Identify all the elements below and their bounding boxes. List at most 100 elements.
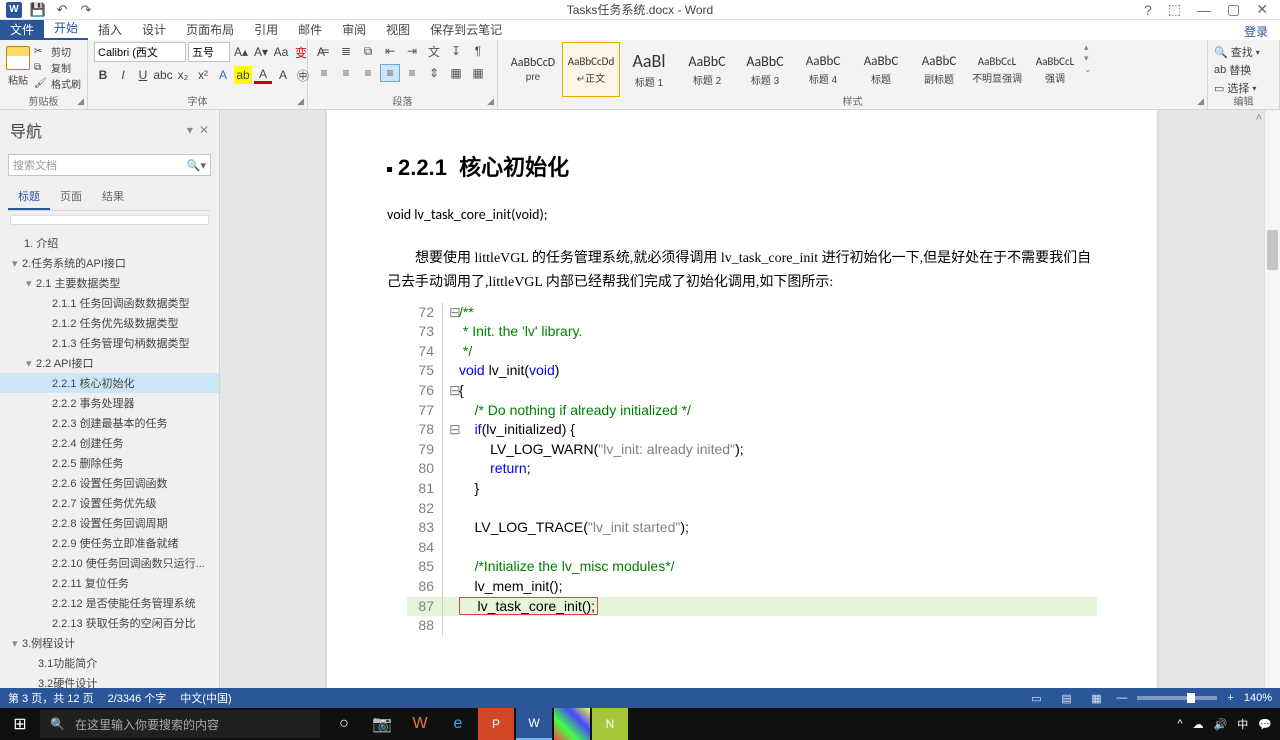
wps-icon[interactable]: W [402,708,438,740]
chevron-down-icon[interactable]: ▾ [12,637,22,650]
style-item[interactable]: AaBbC标题 [852,42,910,97]
nav-item[interactable]: 2.2.12 是否使能任务管理系统 [0,593,219,613]
nav-item[interactable]: ▾2.1 主要数据类型 [0,273,219,293]
ime-icon[interactable]: 中 [1237,716,1248,732]
change-case-icon[interactable]: Aa [272,43,290,61]
tab-view[interactable]: 视图 [376,19,420,40]
char-shading-icon[interactable]: A [274,66,292,84]
strike-icon[interactable]: abc [154,66,172,84]
document-page[interactable]: 2.2.1 核心初始化 void lv_task_core_init(void)… [327,110,1157,688]
nav-item[interactable]: 2.2.3 创建最基本的任务 [0,413,219,433]
zoom-out-button[interactable]: — [1116,692,1127,704]
nav-item[interactable]: 3.1功能简介 [0,653,219,673]
zoom-in-button[interactable]: + [1227,692,1233,704]
nav-tab-pages[interactable]: 页面 [50,184,92,210]
superscript-icon[interactable]: x² [194,66,212,84]
nav-item[interactable]: 1. 介绍 [0,233,219,253]
zoom-slider[interactable] [1137,696,1217,700]
notepadpp-icon[interactable]: N [592,708,628,740]
nav-item[interactable]: 2.2.11 复位任务 [0,573,219,593]
nav-item[interactable]: 2.2.9 使任务立即准备就绪 [0,533,219,553]
decrease-indent-icon[interactable]: ⇤ [380,42,400,60]
font-size-select[interactable]: 五号 [188,42,230,62]
start-button[interactable]: ⊞ [0,708,40,740]
view-read-icon[interactable]: ▭ [1026,690,1046,706]
status-page[interactable]: 第 3 页，共 12 页 [8,690,94,706]
grow-font-icon[interactable]: A▴ [232,43,250,61]
style-item[interactable]: AaBbCcL强调 [1026,42,1084,97]
volume-icon[interactable]: 🔊 [1214,718,1228,731]
nav-search-input[interactable]: 搜索文档 🔍▾ [8,154,211,176]
sort-icon[interactable]: ↧ [446,42,466,60]
onedrive-icon[interactable]: ☁ [1193,718,1204,731]
font-family-select[interactable]: Calibri (西文 [94,42,186,62]
find-button[interactable]: 🔍查找▾ [1214,44,1260,60]
nav-item[interactable]: 2.1.2 任务优先级数据类型 [0,313,219,333]
chevron-down-icon[interactable]: ▾ [12,257,22,270]
redo-icon[interactable]: ↷ [78,2,94,18]
borders-icon[interactable]: ▦ [468,64,488,82]
nav-close-icon[interactable]: ✕ [199,123,209,137]
chevron-down-icon[interactable]: ▾ [26,357,36,370]
zoom-thumb[interactable] [1187,693,1195,703]
replace-button[interactable]: ab替换 [1214,62,1260,78]
login-link[interactable]: 登录 [1244,23,1280,40]
camera-icon[interactable]: 📷 [364,708,400,740]
format-painter-button[interactable]: 🖌格式刷 [34,76,81,91]
style-item[interactable]: AaBbCcDd↵正文 [562,42,620,97]
nav-item[interactable]: 2.2.7 设置任务优先级 [0,493,219,513]
underline-button[interactable]: U [134,66,152,84]
nav-item[interactable]: ▾2.2 API接口 [0,353,219,373]
numbering-icon[interactable]: ≣ [336,42,356,60]
tab-home[interactable]: 开始 [44,17,88,40]
style-item[interactable]: AaBbCcDpre [504,42,562,97]
save-icon[interactable]: 💾 [30,2,46,18]
nav-item[interactable]: 2.2.5 删除任务 [0,453,219,473]
nav-item[interactable]: ▾2.任务系统的API接口 [0,253,219,273]
nav-item[interactable]: 2.1.3 任务管理句柄数据类型 [0,333,219,353]
nav-item[interactable]: 2.2.2 事务处理器 [0,393,219,413]
nav-item[interactable]: 2.2.6 设置任务回调函数 [0,473,219,493]
search-icon[interactable]: 🔍▾ [187,159,206,172]
notifications-icon[interactable]: 💬 [1258,718,1272,731]
view-print-icon[interactable]: ▤ [1056,690,1076,706]
tab-review[interactable]: 审阅 [332,19,376,40]
tab-layout[interactable]: 页面布局 [176,19,244,40]
nav-item[interactable]: 2.2.1 核心初始化 [0,373,219,393]
vertical-scrollbar[interactable] [1264,110,1280,688]
powerpoint-icon[interactable]: P [478,708,514,740]
text-effects-icon[interactable]: A [214,66,232,84]
style-item[interactable]: AaBbC副标题 [910,42,968,97]
nav-item[interactable]: 2.2.13 获取任务的空闲百分比 [0,613,219,633]
collapse-ribbon-icon[interactable]: ˄ [1256,112,1262,124]
bold-button[interactable]: B [94,66,112,84]
tab-design[interactable]: 设计 [132,19,176,40]
nav-item[interactable]: 2.2.8 设置任务回调周期 [0,513,219,533]
increase-indent-icon[interactable]: ⇥ [402,42,422,60]
style-item[interactable]: AaBbC标题 4 [794,42,852,97]
tab-references[interactable]: 引用 [244,19,288,40]
nav-item[interactable]: ▾3.例程设计 [0,633,219,653]
nav-tree[interactable]: 1. 介绍▾2.任务系统的API接口▾2.1 主要数据类型2.1.1 任务回调函… [0,229,219,688]
clipboard-launcher-icon[interactable]: ◢ [77,96,84,107]
undo-icon[interactable]: ↶ [54,2,70,18]
show-marks-icon[interactable]: ¶ [468,42,488,60]
multilevel-icon[interactable]: ⧉ [358,42,378,60]
style-item[interactable]: AaBbCcL不明显强调 [968,42,1026,97]
align-left-icon[interactable]: ≡ [314,64,334,82]
app1-icon[interactable] [554,708,590,740]
scrollbar-thumb[interactable] [1267,230,1278,270]
nav-item[interactable]: 2.1.1 任务回调函数数据类型 [0,293,219,313]
font-color-icon[interactable]: A [254,66,272,84]
paste-button[interactable]: 粘贴 [6,42,30,87]
highlight-icon[interactable]: ab [234,66,252,84]
zoom-level[interactable]: 140% [1244,692,1272,704]
cut-button[interactable]: ✂剪切 [34,44,81,59]
styles-launcher-icon[interactable]: ◢ [1197,96,1204,107]
nav-item[interactable]: 2.2.10 使任务回调函数只运行... [0,553,219,573]
bullets-icon[interactable]: ≔ [314,42,334,60]
styles-scroll[interactable]: ▴▾⌄ [1084,42,1098,75]
nav-tab-results[interactable]: 结果 [92,184,134,210]
tab-insert[interactable]: 插入 [88,19,132,40]
status-language[interactable]: 中文(中国) [180,690,231,706]
